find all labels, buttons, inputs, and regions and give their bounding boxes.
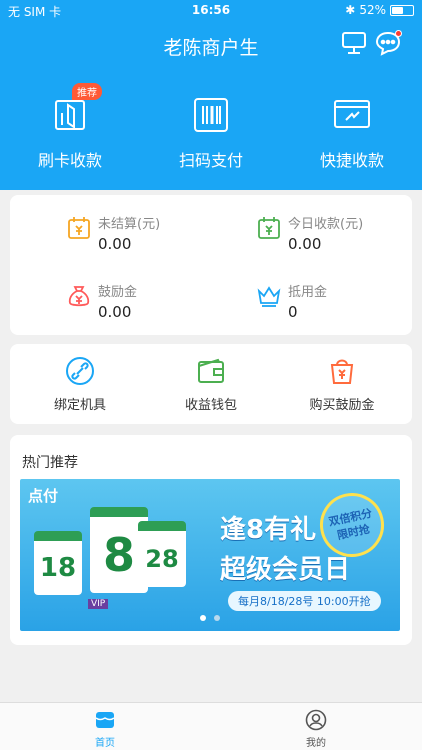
quick-pay-button[interactable]: 快捷收款 [282,95,422,171]
header: 无 SIM 卡 16:56 ✱ 52% 老陈商户生 推荐 刷卡收款 扫码支付 快… [0,0,422,190]
carousel-dot[interactable] [214,615,220,621]
stat-label: 鼓励金 [98,285,138,300]
status-right: ✱ 52% [345,3,414,17]
battery-icon [390,4,414,16]
quick-pay-label: 快捷收款 [319,151,384,170]
tab-bar: 首页 我的 [0,702,422,750]
link-icon [65,356,95,386]
banner-headline: 逢8有礼 [220,515,317,545]
earnings-wallet-button[interactable]: 收益钱包 [146,356,276,413]
bind-device-button[interactable]: 绑定机具 [15,356,145,413]
card-swipe-icon: 推荐 [50,83,102,135]
banner-schedule: 每月8/18/28号 10:00开抢 [228,591,381,611]
banner-logo: 点付 [28,487,59,505]
stat-value: 0.00 [98,303,132,321]
battery-text: 52% [359,3,386,17]
banner-subline: 超级会员日 [220,555,351,585]
scan-pay-label: 扫码支付 [178,151,243,170]
action-label: 绑定机具 [53,398,106,413]
hot-recommend-card: 热门推荐 点付 18 8 28 VIP 逢8有礼 超级会员日 双倍积分 限时抢 … [10,435,412,645]
carousel-dots[interactable] [200,615,220,621]
calendar-18: 18 [34,531,82,595]
vip-badge: VIP [88,599,109,609]
buy-encourage-fund-button[interactable]: 购买鼓励金 [277,356,407,413]
quick-pay-icon [332,95,372,135]
hot-heading: 热门推荐 [22,455,78,471]
unread-dot [395,30,402,37]
tab-home[interactable]: 首页 [75,709,135,749]
today-income-stat[interactable]: 今日收款(元) 0.00 [256,213,406,263]
wallet-icon [196,356,226,386]
tab-mine[interactable]: 我的 [286,709,346,749]
stat-label: 未结算(元) [98,217,161,232]
scan-pay-button[interactable]: 扫码支付 [141,95,281,171]
action-label: 购买鼓励金 [309,398,375,413]
message-icon[interactable] [374,30,402,56]
card-swipe-button[interactable]: 推荐 刷卡收款 [0,83,140,171]
tab-label: 首页 [95,738,115,749]
tab-label: 我的 [306,738,326,749]
action-label: 收益钱包 [184,398,237,413]
user-icon [305,709,327,731]
crown-icon [256,283,282,309]
money-bag-icon [66,283,92,309]
card-swipe-label: 刷卡收款 [37,151,102,170]
bluetooth-icon: ✱ [345,3,356,17]
actions-card: 绑定机具 收益钱包 购买鼓励金 [10,344,412,424]
calendar-yuan-icon [66,215,92,241]
barcode-scan-icon [191,95,231,135]
encourage-fund-stat[interactable]: 鼓励金 0.00 [66,281,216,331]
stat-value: 0.00 [98,235,132,253]
monitor-icon[interactable] [340,30,368,56]
recommend-tag: 推荐 [72,83,102,100]
stat-label: 抵用金 [288,285,328,300]
unsettled-stat[interactable]: 未结算(元) 0.00 [66,213,216,263]
calendar-check-icon [256,215,282,241]
stat-label: 今日收款(元) [288,217,364,232]
battery-fill [392,6,404,14]
carousel-dot[interactable] [200,615,206,621]
stats-card: 未结算(元) 0.00 今日收款(元) 0.00 鼓励金 0.00 抵用金 0 [10,195,412,335]
promo-banner[interactable]: 点付 18 8 28 VIP 逢8有礼 超级会员日 双倍积分 限时抢 每月8/1… [20,479,400,631]
status-bar: 无 SIM 卡 16:56 ✱ 52% [0,0,422,22]
shopping-bag-icon [327,356,357,386]
calendar-28: 28 [138,521,186,587]
home-icon [94,709,116,731]
stat-value: 0.00 [288,235,322,253]
stat-value: 0 [288,303,298,321]
voucher-stat[interactable]: 抵用金 0 [256,281,406,331]
